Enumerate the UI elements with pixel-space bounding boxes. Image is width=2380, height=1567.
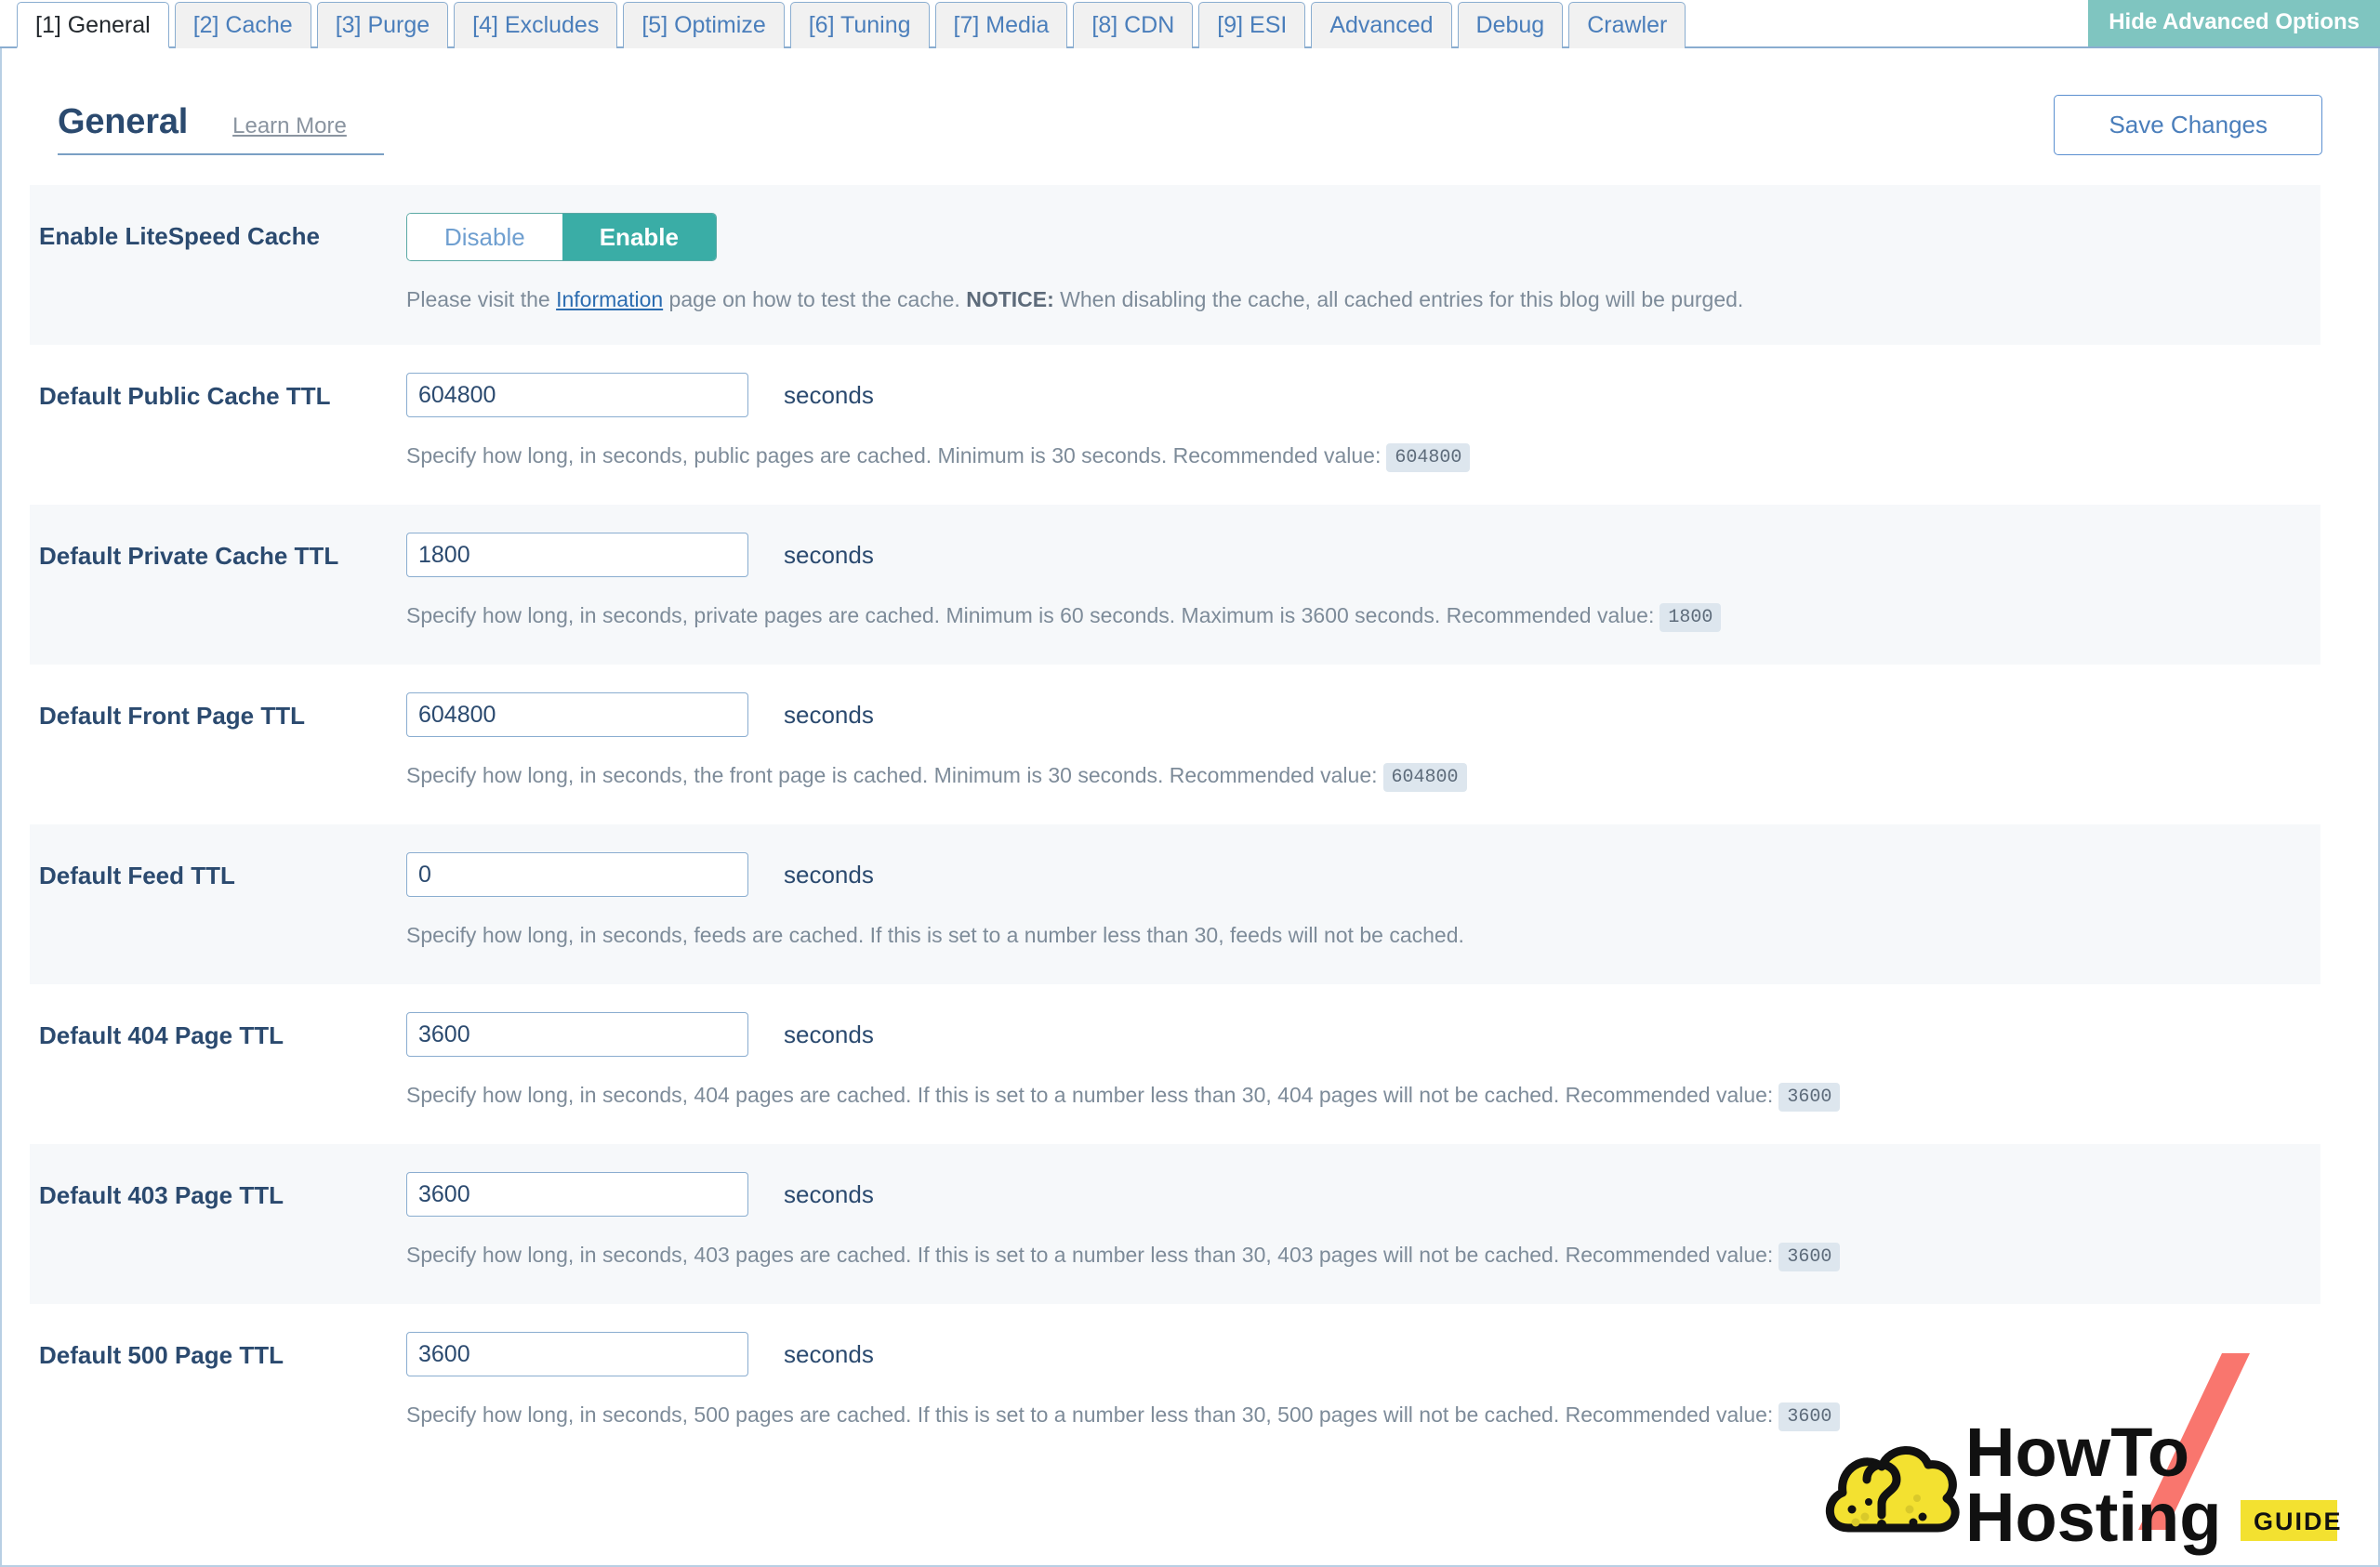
setting-row-default-front-page-ttl: Default Front Page TTL seconds Specify how…	[30, 665, 2320, 824]
tab-crawler[interactable]: Crawler	[1568, 2, 1686, 48]
setting-control-default-500-page-ttl: seconds Specify how long, in seconds, 500…	[406, 1304, 2320, 1455]
field-line: seconds	[406, 1012, 2320, 1057]
field-line: Disable Enable	[406, 213, 2320, 261]
tab-8-cdn[interactable]: [8] CDN	[1073, 2, 1194, 48]
setting-row-enable-litespeed-cache: Enable LiteSpeed Cache Disable Enable Pleas…	[30, 185, 2320, 345]
setting-row-default-500-page-ttl: Default 500 Page TTL seconds Specify how l…	[30, 1304, 2320, 1464]
settings-tab-bar: [1] General [2] Cache [3] Purge [4] Exclude…	[0, 0, 2380, 48]
setting-control-default-403-page-ttl: seconds Specify how long, in seconds, 403…	[406, 1144, 2320, 1296]
logo-line2: Hosting	[1965, 1479, 2221, 1556]
tab-3-purge[interactable]: [3] Purge	[316, 2, 449, 48]
tab-4-excludes[interactable]: [4] Excludes	[454, 2, 618, 48]
hide-advanced-options-button[interactable]: Hide Advanced Options	[2088, 0, 2380, 46]
setting-control-default-private-cache-ttl: seconds Specify how long, in seconds, pri…	[406, 505, 2320, 656]
unit-label-seconds: seconds	[784, 1020, 874, 1048]
page-title-group: General Learn More	[58, 102, 384, 155]
setting-row-default-public-cache-ttl: Default Public Cache TTL seconds Specify h…	[30, 345, 2320, 505]
field-line: seconds	[406, 1332, 2320, 1376]
recommended-value-badge: 604800	[1382, 763, 1467, 792]
setting-label-default-500-page-ttl: Default 500 Page TTL	[39, 1341, 284, 1369]
setting-label-enable-litespeed-cache: Enable LiteSpeed Cache	[39, 222, 320, 250]
recommended-value-badge: 3600	[1778, 1243, 1841, 1271]
desc-notice-label: NOTICE:	[966, 287, 1054, 311]
unit-label-seconds: seconds	[784, 540, 874, 569]
desc-text: Specify how long, in seconds, private pa…	[406, 603, 1655, 627]
setting-row-default-feed-ttl: Default Feed TTL seconds Specify how long,…	[30, 824, 2320, 984]
setting-description-default-public-cache-ttl: Specify how long, in seconds, public pag…	[406, 441, 2320, 472]
setting-label-default-403-page-ttl: Default 403 Page TTL	[39, 1181, 284, 1209]
tab-7-media[interactable]: [7] Media	[934, 2, 1068, 48]
field-line: seconds	[406, 1172, 2320, 1217]
tab-1-general[interactable]: [1] General	[17, 2, 169, 48]
recommended-value-badge: 3600	[1778, 1402, 1841, 1431]
setting-description-default-403-page-ttl: Specify how long, in seconds, 403 pages …	[406, 1241, 2320, 1271]
setting-description-default-private-cache-ttl: Specify how long, in seconds, private pa…	[406, 601, 2320, 632]
unit-label-seconds: seconds	[784, 860, 874, 889]
desc-text-mid: page on how to test the cache.	[663, 287, 967, 311]
setting-control-default-404-page-ttl: seconds Specify how long, in seconds, 404…	[406, 984, 2320, 1136]
input-default-500-page-ttl[interactable]	[406, 1332, 748, 1376]
desc-text-pre: Please visit the	[406, 287, 557, 311]
input-default-feed-ttl[interactable]	[406, 852, 748, 897]
setting-description-default-404-page-ttl: Specify how long, in seconds, 404 pages …	[406, 1081, 2320, 1112]
input-default-404-page-ttl[interactable]	[406, 1012, 748, 1057]
setting-control-default-front-page-ttl: seconds Specify how long, in seconds, the…	[406, 665, 2320, 816]
setting-row-default-403-page-ttl: Default 403 Page TTL seconds Specify how l…	[30, 1144, 2320, 1304]
settings-list: Enable LiteSpeed Cache Disable Enable Pleas…	[30, 185, 2320, 1464]
desc-text: Specify how long, in seconds, the front …	[406, 763, 1378, 787]
desc-text: Specify how long, in seconds, 403 pages …	[406, 1243, 1774, 1267]
setting-label-default-feed-ttl: Default Feed TTL	[39, 862, 235, 889]
save-changes-button[interactable]: Save Changes	[2054, 95, 2322, 155]
setting-label-default-private-cache-ttl: Default Private Cache TTL	[39, 542, 339, 570]
tab-2-cache[interactable]: [2] Cache	[174, 2, 311, 48]
toggle-enable-litespeed-cache[interactable]: Disable Enable	[406, 213, 717, 261]
desc-text: Specify how long, in seconds, feeds are …	[406, 923, 1464, 947]
page-title: General	[58, 102, 189, 141]
information-link[interactable]: Information	[556, 287, 663, 311]
setting-control-enable-litespeed-cache: Disable Enable Please visit the Informatio…	[406, 185, 2320, 337]
toggle-option-disable[interactable]: Disable	[407, 214, 562, 260]
logo-badge-text: GUIDE	[2254, 1508, 2341, 1535]
setting-label-default-public-cache-ttl: Default Public Cache TTL	[39, 382, 331, 410]
input-default-front-page-ttl[interactable]	[406, 692, 748, 737]
tab-9-esi[interactable]: [9] ESI	[1198, 2, 1306, 48]
setting-description-default-feed-ttl: Specify how long, in seconds, feeds are …	[406, 921, 2320, 949]
unit-label-seconds: seconds	[784, 380, 874, 409]
desc-text: Specify how long, in seconds, 500 pages …	[406, 1402, 1774, 1427]
learn-more-link[interactable]: Learn More	[232, 113, 347, 139]
unit-label-seconds: seconds	[784, 1339, 874, 1368]
input-default-public-cache-ttl[interactable]	[406, 373, 748, 417]
setting-row-default-private-cache-ttl: Default Private Cache TTL seconds Specify …	[30, 505, 2320, 665]
desc-text: Specify how long, in seconds, 404 pages …	[406, 1083, 1774, 1107]
settings-page: General Learn More Save Changes Enable L…	[0, 48, 2380, 1567]
page-header: General Learn More Save Changes	[2, 48, 2378, 155]
desc-text-post: When disabling the cache, all cached ent…	[1053, 287, 1744, 311]
input-default-private-cache-ttl[interactable]	[406, 533, 748, 577]
setting-control-default-public-cache-ttl: seconds Specify how long, in seconds, pub…	[406, 345, 2320, 496]
recommended-value-badge: 604800	[1386, 443, 1471, 472]
setting-label-default-404-page-ttl: Default 404 Page TTL	[39, 1021, 284, 1049]
desc-text: Specify how long, in seconds, public pag…	[406, 443, 1382, 467]
setting-description-default-front-page-ttl: Specify how long, in seconds, the front …	[406, 761, 2320, 792]
setting-description-enable-litespeed-cache: Please visit the Information page on how…	[406, 285, 2320, 313]
tab-advanced[interactable]: Advanced	[1311, 2, 1452, 48]
setting-label-default-front-page-ttl: Default Front Page TTL	[39, 702, 305, 730]
recommended-value-badge: 1800	[1659, 603, 1722, 632]
field-line: seconds	[406, 852, 2320, 897]
recommended-value-badge: 3600	[1778, 1083, 1841, 1112]
field-line: seconds	[406, 373, 2320, 417]
setting-control-default-feed-ttl: seconds Specify how long, in seconds, fee…	[406, 824, 2320, 973]
setting-description-default-500-page-ttl: Specify how long, in seconds, 500 pages …	[406, 1401, 2320, 1431]
setting-row-default-404-page-ttl: Default 404 Page TTL seconds Specify how l…	[30, 984, 2320, 1144]
tab-6-tuning[interactable]: [6] Tuning	[789, 2, 930, 48]
unit-label-seconds: seconds	[784, 700, 874, 729]
field-line: seconds	[406, 533, 2320, 577]
logo-badge-bg	[2241, 1500, 2337, 1541]
toggle-option-enable[interactable]: Enable	[562, 214, 716, 260]
unit-label-seconds: seconds	[784, 1179, 874, 1208]
tab-5-optimize[interactable]: [5] Optimize	[623, 2, 785, 48]
input-default-403-page-ttl[interactable]	[406, 1172, 748, 1217]
tab-debug[interactable]: Debug	[1457, 2, 1564, 48]
field-line: seconds	[406, 692, 2320, 737]
